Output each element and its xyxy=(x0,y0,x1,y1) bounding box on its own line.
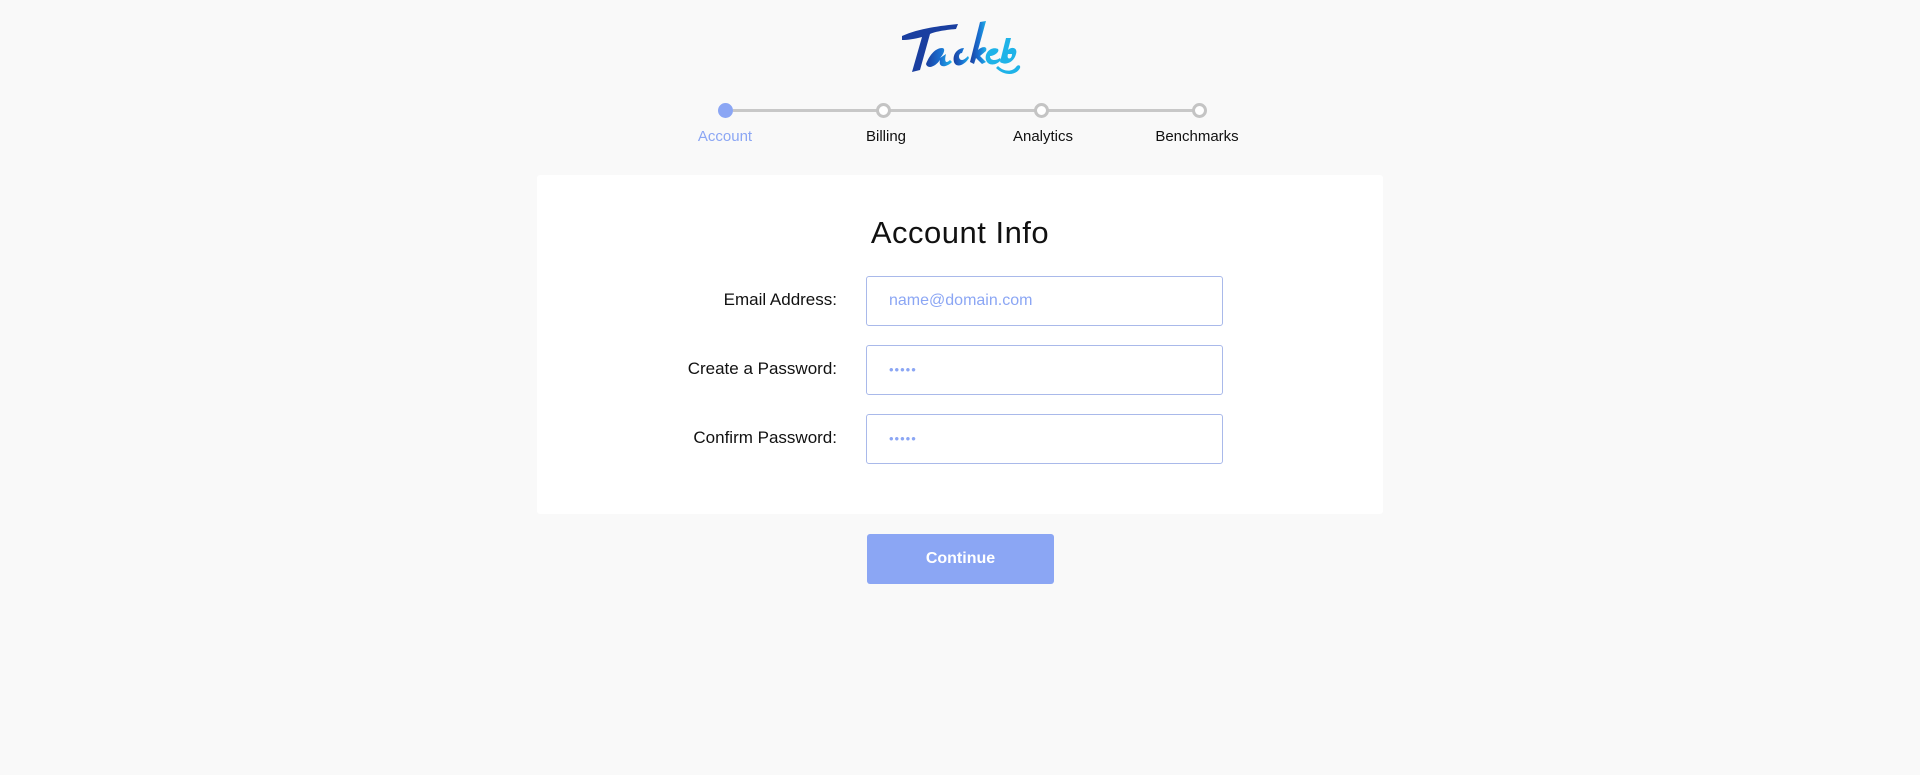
step-label-analytics[interactable]: Analytics xyxy=(963,128,1123,145)
email-field[interactable] xyxy=(866,276,1223,326)
progress-stepper: Account Billing Analytics Benchmarks xyxy=(0,100,1920,160)
password-field[interactable] xyxy=(866,345,1223,395)
password-label: Create a Password: xyxy=(687,359,837,378)
step-dot-benchmarks[interactable] xyxy=(1192,103,1207,118)
account-info-card: Account Info Email Address: Create a Pas… xyxy=(537,175,1383,514)
stepper-track-3 xyxy=(1048,109,1198,112)
stepper-track-2 xyxy=(890,109,1040,112)
step-label-billing[interactable]: Billing xyxy=(806,128,966,145)
email-label: Email Address: xyxy=(723,290,837,309)
confirm-password-field[interactable] xyxy=(866,414,1223,464)
step-label-account[interactable]: Account xyxy=(645,128,805,145)
signup-page: Account Billing Analytics Benchmarks Acc… xyxy=(0,0,1920,775)
page-title: Account Info xyxy=(870,215,1050,250)
confirm-password-label: Confirm Password: xyxy=(693,428,837,447)
step-dot-account[interactable] xyxy=(718,103,733,118)
step-dot-billing[interactable] xyxy=(876,103,891,118)
stepper-track-1 xyxy=(733,109,883,112)
continue-button[interactable]: Continue xyxy=(867,534,1054,584)
tacklebox-logo-icon xyxy=(900,18,1022,80)
step-dot-analytics[interactable] xyxy=(1034,103,1049,118)
step-label-benchmarks[interactable]: Benchmarks xyxy=(1117,128,1277,145)
